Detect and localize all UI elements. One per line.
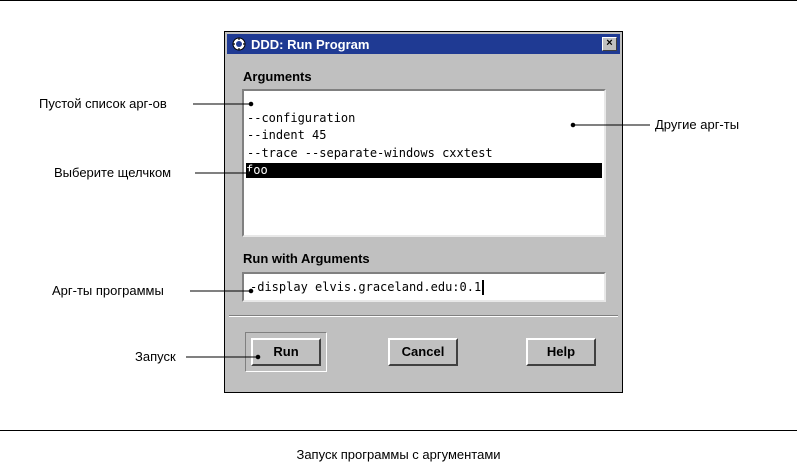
callout-lines	[186, 101, 650, 360]
figure-caption: Запуск программы с аргументами	[296, 447, 501, 462]
callout-other-args: Другие арг-ты	[655, 117, 740, 132]
callout-click-select: Выберите щелчком	[54, 165, 172, 180]
callout-empty-list: Пустой список арг-ов	[39, 96, 167, 111]
callout-program-args: Арг-ты программы	[52, 283, 164, 298]
callout-launch: Запуск	[135, 349, 176, 364]
